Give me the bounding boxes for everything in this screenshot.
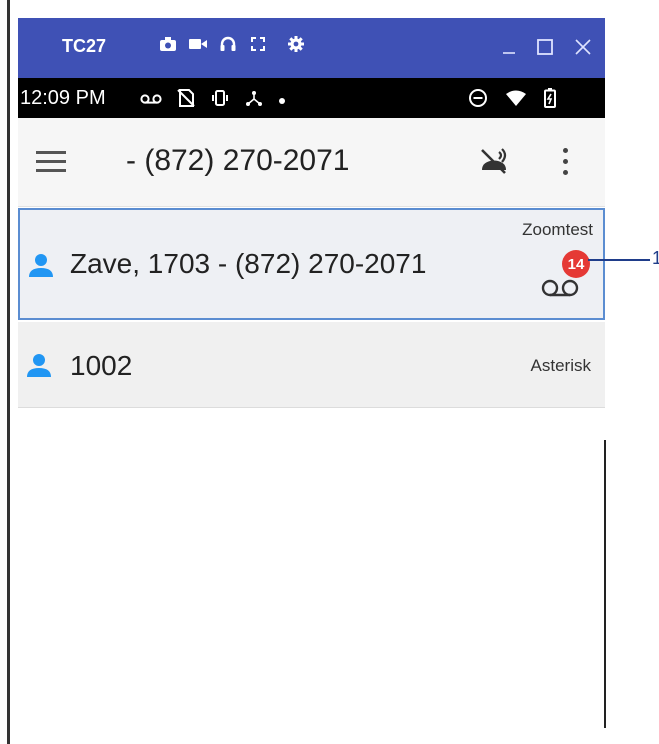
camera-icon[interactable]: [158, 34, 178, 54]
contact-name: 1002: [70, 350, 133, 381]
account-label: Asterisk: [530, 356, 591, 375]
callout-number: 1: [652, 248, 659, 268]
page-title: - (872) 270-2071: [126, 144, 350, 177]
no-sim-icon: [176, 88, 196, 113]
wifi-icon: [504, 89, 528, 112]
close-icon[interactable]: [570, 32, 596, 62]
contact-row-1002[interactable]: 1002 Asterisk: [18, 322, 605, 408]
voicemail-icon: [140, 92, 162, 110]
vibrate-icon: [210, 88, 230, 113]
person-icon: [28, 252, 54, 278]
microphone-muted-icon[interactable]: [478, 146, 512, 176]
maximize-icon[interactable]: [532, 32, 558, 62]
account-label: Zoomtest: [522, 220, 593, 239]
emulator-titlebar: TC27: [18, 18, 605, 78]
status-icons-left: [140, 88, 286, 113]
person-icon: [26, 352, 52, 378]
headset-icon[interactable]: [218, 34, 238, 54]
menu-icon[interactable]: [36, 148, 70, 174]
more-options-icon[interactable]: [556, 146, 576, 178]
fullscreen-icon[interactable]: [248, 34, 268, 54]
app-bar: - (872) 270-2071: [18, 118, 605, 207]
video-icon[interactable]: [188, 34, 208, 54]
voicemail-count-badge: 14: [562, 250, 590, 278]
emulator-toolbar: [158, 34, 306, 54]
dot-icon: [278, 92, 286, 110]
left-window-edge: [7, 0, 10, 744]
status-time: 12:09 PM: [20, 87, 106, 109]
contact-row-zave[interactable]: Zave, 1703 - (872) 270-2071 Zoomtest 14: [18, 208, 605, 320]
status-bar: 12:09 PM: [18, 78, 605, 118]
minimize-icon[interactable]: [496, 32, 522, 62]
battery-icon: [544, 88, 556, 113]
network-share-icon: [244, 88, 264, 113]
status-icons-right: [468, 88, 556, 113]
contact-name: Zave, 1703 - (872) 270-2071: [70, 248, 427, 279]
callout-line: [588, 259, 650, 261]
right-window-edge: [604, 440, 606, 728]
do-not-disturb-icon: [468, 88, 488, 113]
settings-icon[interactable]: [286, 34, 306, 54]
emulator-title: TC27: [62, 36, 107, 56]
voicemail-icon[interactable]: [540, 278, 580, 298]
